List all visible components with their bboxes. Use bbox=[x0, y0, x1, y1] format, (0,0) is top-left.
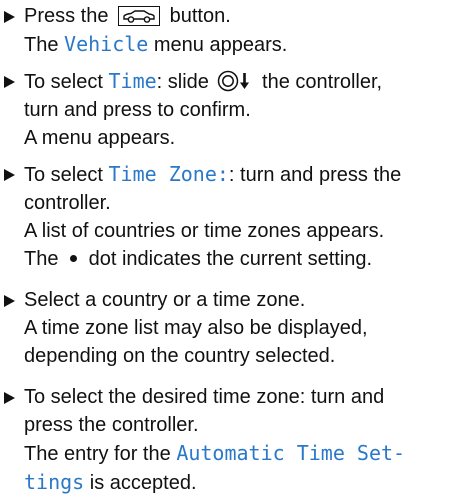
instruction-page: Press the button. The Vehicle menu appea… bbox=[0, 0, 454, 499]
step-line: Select a country or a time zone. bbox=[24, 289, 306, 311]
step-line: To select Time Zone:: turn and press the bbox=[24, 160, 449, 189]
step-line: To select Time: slide the controller, bbox=[24, 67, 449, 96]
step-select-desired-time-zone: To select the desired time zone: turn an… bbox=[4, 383, 449, 497]
step-result: tings is accepted. bbox=[24, 468, 449, 497]
step-text: : turn and press the bbox=[228, 164, 402, 186]
menu-name-vehicle: Vehicle bbox=[64, 32, 149, 56]
instruction-steps: Press the button. The Vehicle menu appea… bbox=[4, 2, 449, 497]
car-button-icon bbox=[118, 6, 161, 26]
triangle-bullet-icon bbox=[4, 295, 15, 307]
triangle-bullet-icon bbox=[4, 169, 15, 181]
step-text: The entry for the bbox=[24, 443, 171, 465]
step-line: Press the button. bbox=[24, 2, 449, 30]
step-text: To select bbox=[24, 71, 103, 93]
step-line: controller. bbox=[24, 192, 111, 214]
step-result: The entry for the Automatic Time Set- bbox=[24, 439, 449, 468]
step-text: Press the bbox=[24, 5, 109, 27]
step-result: A list of countries or time zones appear… bbox=[24, 220, 385, 242]
step-text: The bbox=[24, 34, 59, 56]
step-result: depending on the country selected. bbox=[24, 345, 336, 367]
menu-item-time: Time bbox=[108, 69, 157, 93]
step-text: dot indicates the current setting. bbox=[88, 248, 373, 270]
controller-slide-down-icon bbox=[217, 70, 253, 92]
step-line: turn and press to confirm. bbox=[24, 99, 251, 121]
step-line: The dot indicates the current setting. bbox=[24, 245, 449, 273]
step-select-time-zone: To select Time Zone:: turn and press the… bbox=[4, 160, 449, 273]
setting-automatic-time-settings: Automatic Time Set- bbox=[176, 441, 406, 465]
step-result: A time zone list may also be displayed, bbox=[24, 317, 368, 339]
step-text: the controller, bbox=[262, 71, 383, 93]
step-text: : slide bbox=[156, 71, 209, 93]
step-text: To select bbox=[24, 164, 103, 186]
menu-item-time-zone: Time Zone: bbox=[108, 162, 229, 186]
step-text: menu appears. bbox=[153, 34, 288, 56]
step-result: A menu appears. bbox=[24, 127, 176, 149]
step-press-vehicle-button: Press the button. The Vehicle menu appea… bbox=[4, 2, 449, 59]
step-select-country: Select a country or a time zone. A time … bbox=[4, 286, 449, 370]
step-text: is accepted. bbox=[89, 472, 197, 494]
step-text: button. bbox=[169, 5, 231, 27]
triangle-bullet-icon bbox=[4, 11, 15, 23]
step-text: The bbox=[24, 248, 59, 270]
setting-automatic-time-settings-cont: tings bbox=[24, 470, 85, 494]
current-setting-dot-icon bbox=[70, 255, 78, 262]
step-line: To select the desired time zone: turn an… bbox=[24, 386, 385, 408]
step-select-time: To select Time: slide the controller, tu… bbox=[4, 67, 449, 152]
triangle-bullet-icon bbox=[4, 392, 15, 404]
triangle-bullet-icon bbox=[4, 76, 15, 88]
step-line: press the controller. bbox=[24, 414, 199, 436]
step-line: The Vehicle menu appears. bbox=[24, 30, 449, 59]
